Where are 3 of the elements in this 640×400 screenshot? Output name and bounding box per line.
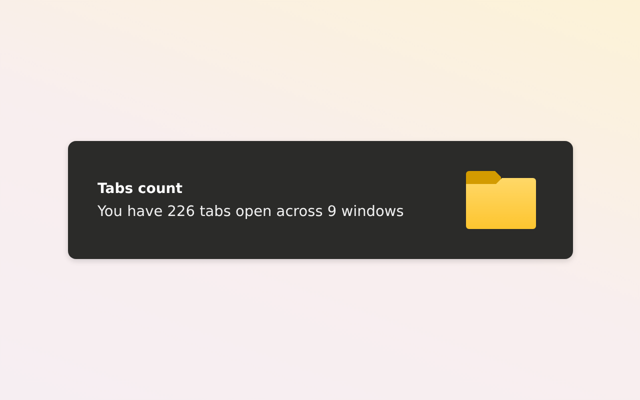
notification-message: You have 226 tabs open across 9 windows (98, 204, 404, 220)
notification-title: Tabs count (98, 180, 184, 196)
folder-icon (466, 171, 536, 229)
